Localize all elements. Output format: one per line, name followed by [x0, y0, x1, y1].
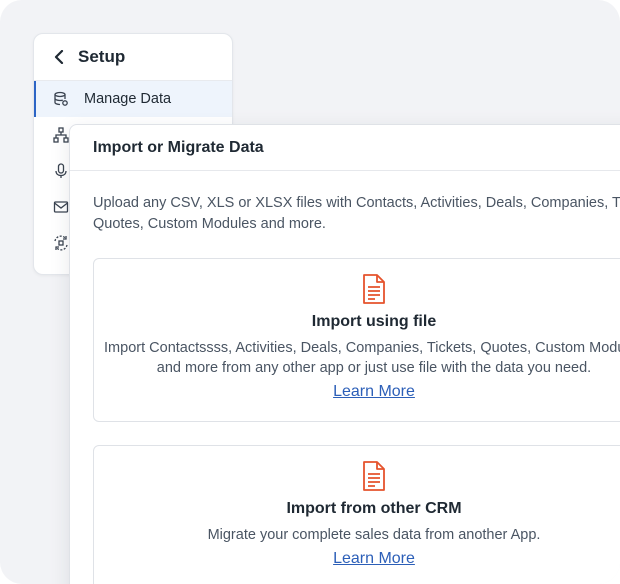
setup-header: Setup	[34, 34, 232, 81]
dialog-description: Upload any CSV, XLS or XLSX files with C…	[93, 193, 620, 234]
microphone-icon	[52, 162, 70, 180]
import-dialog: Import or Migrate Data Upload any CSV, X…	[69, 124, 620, 584]
sync-icon	[52, 234, 70, 252]
description-line: Quotes, Custom Modules and more.	[93, 215, 326, 232]
database-icon	[52, 90, 70, 108]
learn-more-link[interactable]: Learn More	[333, 550, 415, 568]
option-title: Import from other CRM	[286, 500, 462, 517]
canvas-background: Setup Manage Data Import or Migrate Data…	[0, 0, 620, 584]
option-description: Import Contactssss, Activities, Deals, C…	[104, 340, 620, 356]
envelope-icon	[52, 198, 70, 216]
back-chevron-icon[interactable]	[50, 48, 68, 66]
import-file-card[interactable]: Import using file Import Contactssss, Ac…	[93, 258, 620, 422]
option-description: and more from any other app or just use …	[156, 360, 592, 376]
dialog-header: Import or Migrate Data	[70, 125, 620, 171]
sidebar-item-manage-data[interactable]: Manage Data	[34, 81, 232, 117]
description-line: Upload any CSV, XLS or XLSX files with C…	[93, 195, 620, 211]
option-title: Import using file	[311, 313, 437, 330]
document-icon	[362, 461, 386, 491]
sitemap-icon	[52, 126, 70, 144]
import-crm-card[interactable]: Import from other CRM Migrate your compl…	[93, 445, 620, 584]
learn-more-link[interactable]: Learn More	[333, 383, 415, 401]
setup-title: Setup	[78, 47, 126, 66]
document-icon	[362, 274, 386, 304]
sidebar-item-label: Manage Data	[84, 91, 172, 107]
option-description: Migrate your complete sales data from an…	[207, 527, 541, 543]
dialog-title: Import or Migrate Data	[93, 138, 264, 156]
